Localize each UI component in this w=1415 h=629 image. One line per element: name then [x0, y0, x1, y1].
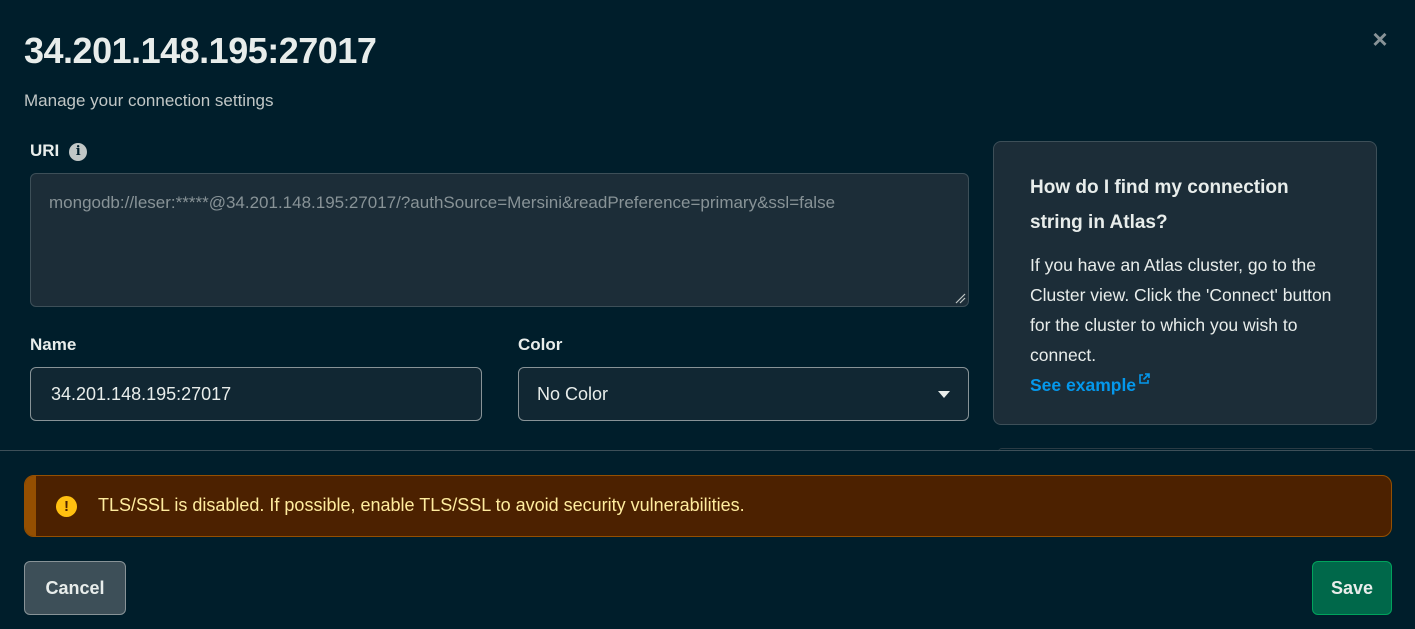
color-select-value: No Color	[537, 384, 609, 404]
name-label: Name	[30, 335, 77, 354]
cancel-button[interactable]: Cancel	[24, 561, 126, 615]
banner-accent	[25, 476, 36, 536]
close-icon[interactable]: ×	[1367, 26, 1393, 52]
banner-text: TLS/SSL is disabled. If possible, enable…	[98, 495, 745, 515]
external-link-icon	[1139, 373, 1150, 384]
uri-label: URI	[30, 141, 60, 160]
footer-divider	[0, 450, 1415, 451]
help-body: If you have an Atlas cluster, go to the …	[1030, 255, 1332, 365]
uri-textarea[interactable]: mongodb://leser:*****@34.201.148.195:270…	[30, 173, 969, 307]
warning-icon: !	[56, 496, 77, 517]
info-icon[interactable]: i	[69, 143, 88, 161]
help-card: How do I find my connection string in At…	[993, 141, 1377, 425]
uri-value: mongodb://leser:*****@34.201.148.195:270…	[49, 193, 836, 212]
chevron-down-icon	[938, 391, 950, 398]
see-example-link[interactable]: See example	[1030, 370, 1346, 400]
resize-handle-icon[interactable]	[954, 292, 966, 304]
uri-label-row: URI i	[30, 141, 88, 161]
save-button[interactable]: Save	[1312, 561, 1392, 615]
help-title: How do I find my connection string in At…	[1030, 177, 1289, 233]
name-input[interactable]: 34.201.148.195:27017	[30, 367, 482, 421]
tls-warning-banner: ! TLS/SSL is disabled. If possible, enab…	[24, 475, 1392, 537]
modal-title: 34.201.148.195:27017	[24, 30, 377, 71]
color-select[interactable]: No Color	[518, 367, 969, 421]
color-label: Color	[518, 335, 563, 354]
modal-subtitle: Manage your connection settings	[24, 91, 274, 110]
see-example-label: See example	[1030, 375, 1137, 395]
